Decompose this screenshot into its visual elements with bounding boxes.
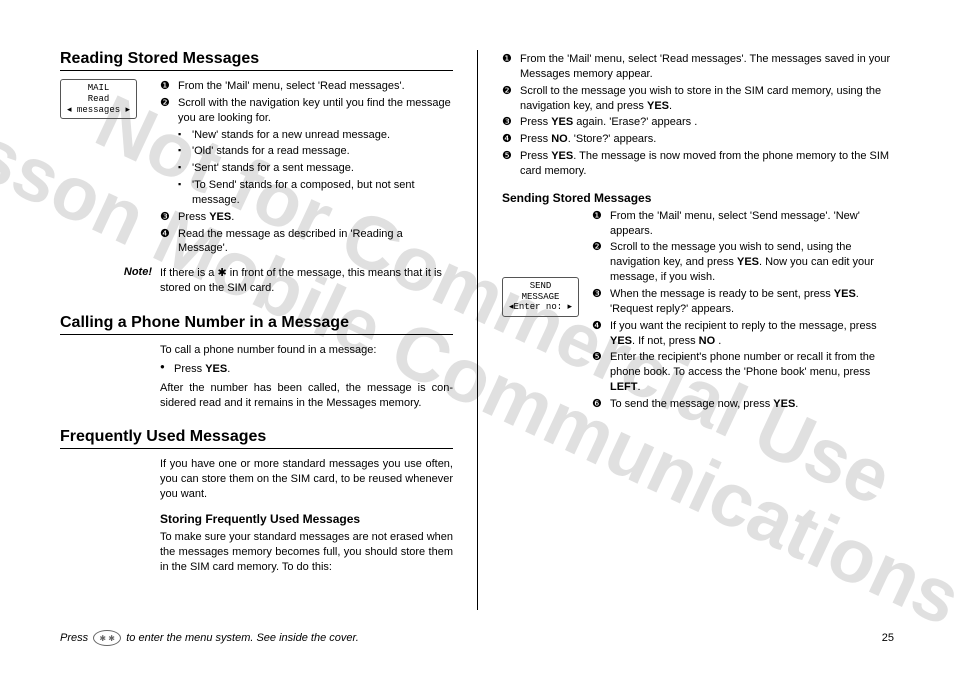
- step-item: When the message is ready to be sent, pr…: [592, 287, 894, 317]
- key-label: YES: [205, 363, 227, 375]
- subheading-storing: Storing Frequently Used Messages: [160, 512, 453, 526]
- left-column: Reading Stored Messages MAIL Read ◂ mess…: [60, 50, 477, 610]
- bullet-item: Press YES.: [160, 362, 453, 377]
- step-text: .: [638, 381, 641, 393]
- heading-calling-number: Calling a Phone Number in a Message: [60, 314, 453, 335]
- step-text: Enter the recipient's phone number or re…: [610, 351, 875, 378]
- key-label: YES: [610, 335, 632, 347]
- step-text: Press: [520, 133, 551, 145]
- step-item: Press NO. 'Store?' appears.: [502, 132, 894, 147]
- step-item: From the 'Mail' menu, select 'Read messa…: [160, 79, 453, 94]
- step-text: Press: [178, 211, 209, 223]
- key-label: YES: [737, 256, 759, 268]
- step-text: Press: [520, 116, 551, 128]
- step-item: Press YES.: [160, 210, 453, 225]
- key-label: NO: [551, 133, 568, 145]
- step-text: To send the message now, press: [610, 398, 773, 410]
- step-item: From the 'Mail' menu, select 'Read messa…: [502, 52, 894, 82]
- footer-text: Press: [60, 632, 91, 644]
- sub-item: 'Sent' stands for a sent message.: [178, 161, 453, 176]
- sub-item: 'Old' stands for a read message.: [178, 144, 453, 159]
- step-item: Press YES again. 'Erase?' appears .: [502, 115, 894, 130]
- footer-instruction: Press ✱ ✱ to enter the menu system. See …: [60, 630, 359, 646]
- step-text: Scroll with the navigation key until you…: [178, 97, 451, 124]
- step-item: To send the message now, press YES.: [592, 397, 894, 412]
- step-text: .: [231, 211, 234, 223]
- step-text: . If not, press: [632, 335, 699, 347]
- right-column: From the 'Mail' menu, select 'Read messa…: [477, 50, 894, 610]
- paragraph: To call a phone number found in a messag…: [160, 343, 453, 358]
- key-label: YES: [209, 211, 231, 223]
- footer-text: to enter the menu system. See inside the…: [123, 632, 359, 644]
- key-label: YES: [551, 150, 573, 162]
- paragraph: After the number has been called, the me…: [160, 381, 453, 411]
- key-label: YES: [647, 100, 669, 112]
- step-text: .: [715, 335, 721, 347]
- screen-box-send-message: SEND MESSAGE ◂Enter no: ▸: [502, 277, 579, 317]
- step-item: Press YES. The message is now moved from…: [502, 149, 894, 179]
- key-label: YES: [834, 288, 856, 300]
- step-item: Scroll to the message you wish to send, …: [592, 240, 894, 285]
- step-text: Press: [174, 363, 205, 375]
- step-text: If you want the recipient to reply to th…: [610, 320, 877, 332]
- paragraph: To make sure your standard messages are …: [160, 530, 453, 575]
- step-text: Scroll to the message you wish to store …: [520, 85, 881, 112]
- step-item: If you want the recipient to reply to th…: [592, 319, 894, 349]
- step-text: .: [795, 398, 798, 410]
- step-item: From the 'Mail' menu, select 'Send messa…: [592, 209, 894, 239]
- screen-box-mail-read: MAIL Read ◂ messages ▸: [60, 79, 137, 119]
- note-label: Note!: [60, 266, 160, 296]
- step-item: Scroll with the navigation key until you…: [160, 96, 453, 208]
- key-label: YES: [551, 116, 573, 128]
- menu-key-icon: ✱ ✱: [93, 630, 121, 646]
- key-label: NO: [699, 335, 716, 347]
- sub-item: 'New' stands for a new unread message.: [178, 128, 453, 143]
- step-item: Read the message as described in 'Readin…: [160, 227, 453, 257]
- step-text: again. 'Erase?' appears .: [573, 116, 697, 128]
- step-item: Enter the recipient's phone number or re…: [592, 350, 894, 395]
- step-text: Press: [520, 150, 551, 162]
- paragraph: If you have one or more standard message…: [160, 457, 453, 502]
- sub-item: 'To Send' stands for a composed, but not…: [178, 178, 453, 208]
- step-text: .: [669, 100, 672, 112]
- page-number: 25: [882, 632, 894, 644]
- page-footer: Press ✱ ✱ to enter the menu system. See …: [60, 630, 894, 646]
- step-text: . The message is now moved from the phon…: [520, 150, 889, 177]
- key-label: YES: [773, 398, 795, 410]
- heading-frequently-used: Frequently Used Messages: [60, 428, 453, 449]
- note-text: If there is a ✱ in front of the message,…: [160, 266, 453, 296]
- step-text: When the message is ready to be sent, pr…: [610, 288, 834, 300]
- step-text: . 'Store?' appears.: [568, 133, 657, 145]
- step-text: .: [227, 363, 230, 375]
- key-label: LEFT: [610, 381, 638, 393]
- heading-reading-stored: Reading Stored Messages: [60, 50, 453, 71]
- subheading-sending: Sending Stored Messages: [502, 191, 894, 205]
- step-item: Scroll to the message you wish to store …: [502, 84, 894, 114]
